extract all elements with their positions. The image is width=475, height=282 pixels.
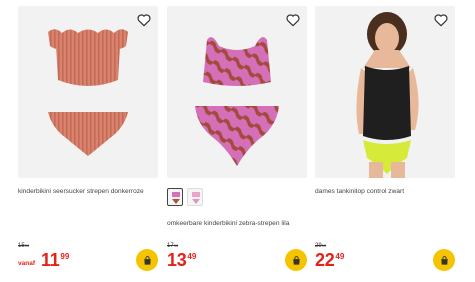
swatch-zebra-lila[interactable]: [187, 188, 203, 206]
add-to-cart-button[interactable]: [433, 249, 455, 271]
product-card[interactable]: kinderbikini seersucker strepen donkerro…: [18, 0, 158, 282]
price-prefix: vanaf: [18, 260, 35, 267]
shopping-bag-icon: [143, 255, 151, 265]
add-to-cart-button[interactable]: [136, 249, 158, 271]
product-image[interactable]: [167, 6, 307, 178]
old-price: 2999: [315, 243, 327, 249]
product-title[interactable]: dames tankinitop control zwart: [315, 187, 475, 196]
current-price: vanaf 11 99: [18, 250, 70, 270]
old-price: 1500: [18, 243, 30, 249]
product-image[interactable]: [315, 6, 455, 178]
heart-outline-icon[interactable]: [285, 12, 301, 28]
product-card[interactable]: omkeerbare kinderbikini zebra-strepen li…: [167, 0, 307, 282]
color-swatches: [167, 188, 203, 206]
old-price: 1799: [167, 243, 179, 249]
product-title[interactable]: omkeerbare kinderbikini zebra-strepen li…: [167, 219, 327, 228]
current-price: 13 49: [167, 250, 197, 270]
product-image[interactable]: [18, 6, 158, 178]
heart-outline-icon[interactable]: [433, 12, 449, 28]
product-card[interactable]: dames tankinitop control zwart 2999 22 4…: [315, 0, 455, 282]
product-title[interactable]: kinderbikini seersucker strepen donkerro…: [18, 187, 178, 196]
shopping-bag-icon: [440, 255, 448, 265]
shopping-bag-icon: [292, 255, 300, 265]
current-price: 22 49: [315, 250, 345, 270]
swatch-zebra-pink[interactable]: [167, 188, 183, 206]
add-to-cart-button[interactable]: [285, 249, 307, 271]
heart-outline-icon[interactable]: [136, 12, 152, 28]
